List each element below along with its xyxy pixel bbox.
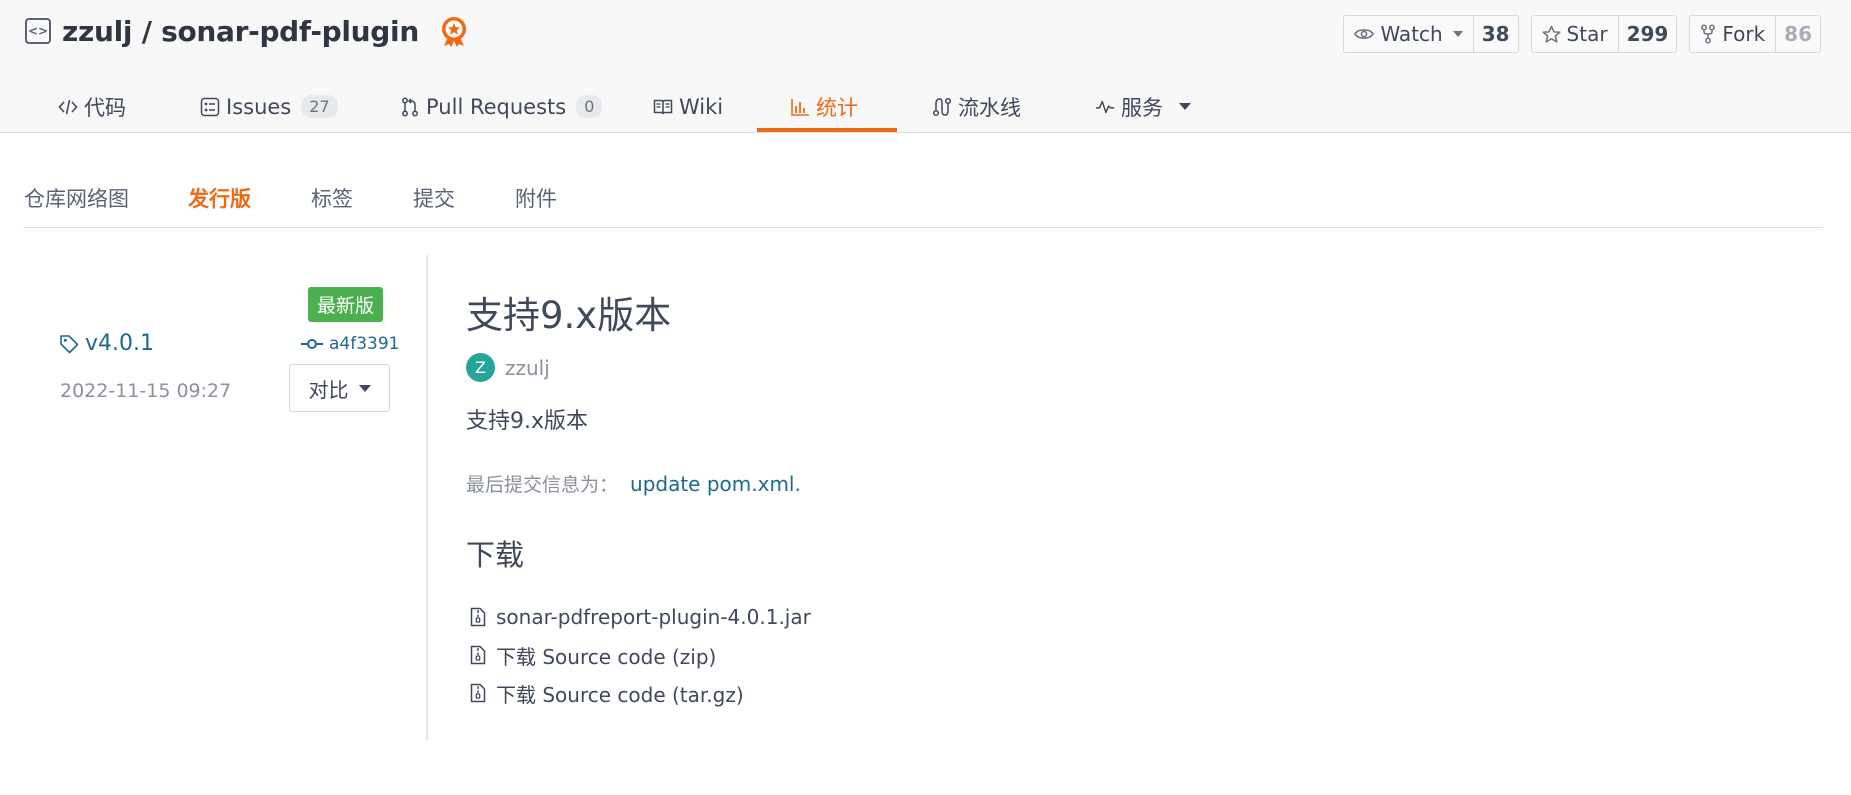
tab-pipeline[interactable]: 流水线 <box>932 80 1021 133</box>
download-item-label: 下载 Source code (tar.gz) <box>496 682 744 707</box>
subtab-attachments[interactable]: 附件 <box>515 183 557 213</box>
star-count[interactable]: 299 <box>1617 16 1677 52</box>
fork-count[interactable]: 86 <box>1775 16 1820 52</box>
star-label: Star <box>1566 22 1608 46</box>
release-commit-link[interactable]: a4f3391 <box>301 334 399 354</box>
download-item[interactable]: 下载 Source code (zip) <box>470 636 811 674</box>
download-item[interactable]: sonar-pdfreport-plugin-4.0.1.jar <box>470 598 811 636</box>
fork-label: Fork <box>1722 22 1766 46</box>
zip-file-icon <box>470 607 486 627</box>
repo-full-name: zzulj / sonar-pdf-plugin <box>62 15 419 48</box>
release-date: 2022-11-15 09:27 <box>60 380 232 402</box>
release-meta: 最新版 v4.0.1 a4f3391 2022-11-15 09:27 对比 <box>0 255 428 740</box>
compare-button[interactable]: 对比 <box>289 364 390 412</box>
release-title: 支持9.x版本 <box>466 294 672 337</box>
tab-code-label: 代码 <box>84 95 126 120</box>
tab-pull-requests-label: Pull Requests <box>426 94 567 119</box>
commit-icon <box>301 339 323 349</box>
pull-requests-count-badge: 0 <box>576 95 603 118</box>
activity-icon <box>1095 97 1115 117</box>
pipeline-icon <box>932 97 952 117</box>
subtab-tags[interactable]: 标签 <box>311 183 353 213</box>
book-icon <box>653 97 673 117</box>
star-button-main[interactable]: Star <box>1532 16 1618 52</box>
watch-button[interactable]: Watch 38 <box>1343 15 1519 53</box>
tab-pipeline-label: 流水线 <box>958 95 1021 120</box>
tab-services-label: 服务 <box>1121 95 1163 120</box>
bar-chart-icon <box>790 97 810 117</box>
tab-issues-label: Issues <box>226 94 292 119</box>
repo-actions: Watch 38 Star 299 Fork 86 <box>1343 15 1821 53</box>
code-icon <box>58 97 78 117</box>
star-button[interactable]: Star 299 <box>1530 15 1678 53</box>
issues-count-badge: 27 <box>301 95 338 118</box>
subtab-network[interactable]: 仓库网络图 <box>24 183 129 213</box>
tab-services[interactable]: 服务 <box>1095 80 1191 133</box>
download-item-label: sonar-pdfreport-plugin-4.0.1.jar <box>496 605 811 629</box>
download-list: sonar-pdfreport-plugin-4.0.1.jar 下载 Sour… <box>470 598 811 712</box>
download-item-label: 下载 Source code (zip) <box>496 644 717 669</box>
author-name[interactable]: zzulj <box>505 356 550 380</box>
watch-button-main[interactable]: Watch <box>1344 16 1472 52</box>
last-commit-label: 最后提交信息为： <box>466 474 619 496</box>
tab-stats-label: 统计 <box>816 95 858 120</box>
release-commit-hash: a4f3391 <box>329 334 400 354</box>
repo-header: <> zzulj / sonar-pdf-plugin Watch 38 Sta… <box>0 0 1851 133</box>
repo-title: <> zzulj / sonar-pdf-plugin <box>25 14 471 48</box>
repo-owner-link[interactable]: zzulj <box>62 15 133 48</box>
repo-name-link[interactable]: sonar-pdf-plugin <box>161 15 419 48</box>
tab-code[interactable]: 代码 <box>58 80 126 133</box>
last-commit-info: 最后提交信息为： update pom.xml. <box>466 470 801 497</box>
subtab-commits[interactable]: 提交 <box>413 183 455 213</box>
fork-button[interactable]: Fork 86 <box>1689 15 1821 53</box>
release-body: 支持9.x版本 Z zzulj 支持9.x版本 最后提交信息为： update p… <box>466 285 1766 707</box>
watch-count[interactable]: 38 <box>1472 16 1518 52</box>
repo-separator: / <box>141 14 152 48</box>
chevron-down-icon <box>1179 103 1191 110</box>
tab-issues[interactable]: Issues 27 <box>200 80 338 133</box>
chevron-down-icon <box>358 384 371 392</box>
star-icon <box>1541 25 1561 43</box>
release-tag-label: v4.0.1 <box>85 331 154 356</box>
subtabs-divider <box>23 227 1823 228</box>
release-description: 支持9.x版本 <box>466 409 589 434</box>
recommended-medal-icon[interactable] <box>437 14 471 48</box>
issues-icon <box>200 97 220 117</box>
latest-release-badge: 最新版 <box>308 287 384 322</box>
fork-icon <box>1701 24 1716 44</box>
pull-request-icon <box>400 97 420 117</box>
eye-icon <box>1354 29 1375 39</box>
downloads-heading: 下载 <box>466 538 525 572</box>
tab-pull-requests[interactable]: Pull Requests 0 <box>400 80 603 133</box>
tab-stats[interactable]: 统计 <box>790 80 858 133</box>
tab-wiki[interactable]: Wiki <box>653 80 723 133</box>
zip-file-icon <box>470 645 486 665</box>
last-commit-message-link[interactable]: update pom.xml. <box>630 472 801 496</box>
compare-label: 对比 <box>308 377 349 402</box>
repository-icon: <> <box>25 18 51 44</box>
active-tab-indicator <box>757 128 897 132</box>
download-item[interactable]: 下载 Source code (tar.gz) <box>470 674 811 712</box>
tab-wiki-label: Wiki <box>679 94 724 119</box>
zip-file-icon <box>470 683 486 703</box>
watch-label: Watch <box>1380 22 1443 46</box>
chevron-down-icon <box>1452 31 1463 37</box>
avatar[interactable]: Z <box>466 353 495 382</box>
subtab-releases[interactable]: 发行版 <box>188 183 251 213</box>
fork-button-main[interactable]: Fork <box>1690 16 1775 52</box>
release-tag-link[interactable]: v4.0.1 <box>59 331 154 356</box>
release-author: Z zzulj <box>466 353 550 382</box>
tag-icon <box>60 334 79 353</box>
